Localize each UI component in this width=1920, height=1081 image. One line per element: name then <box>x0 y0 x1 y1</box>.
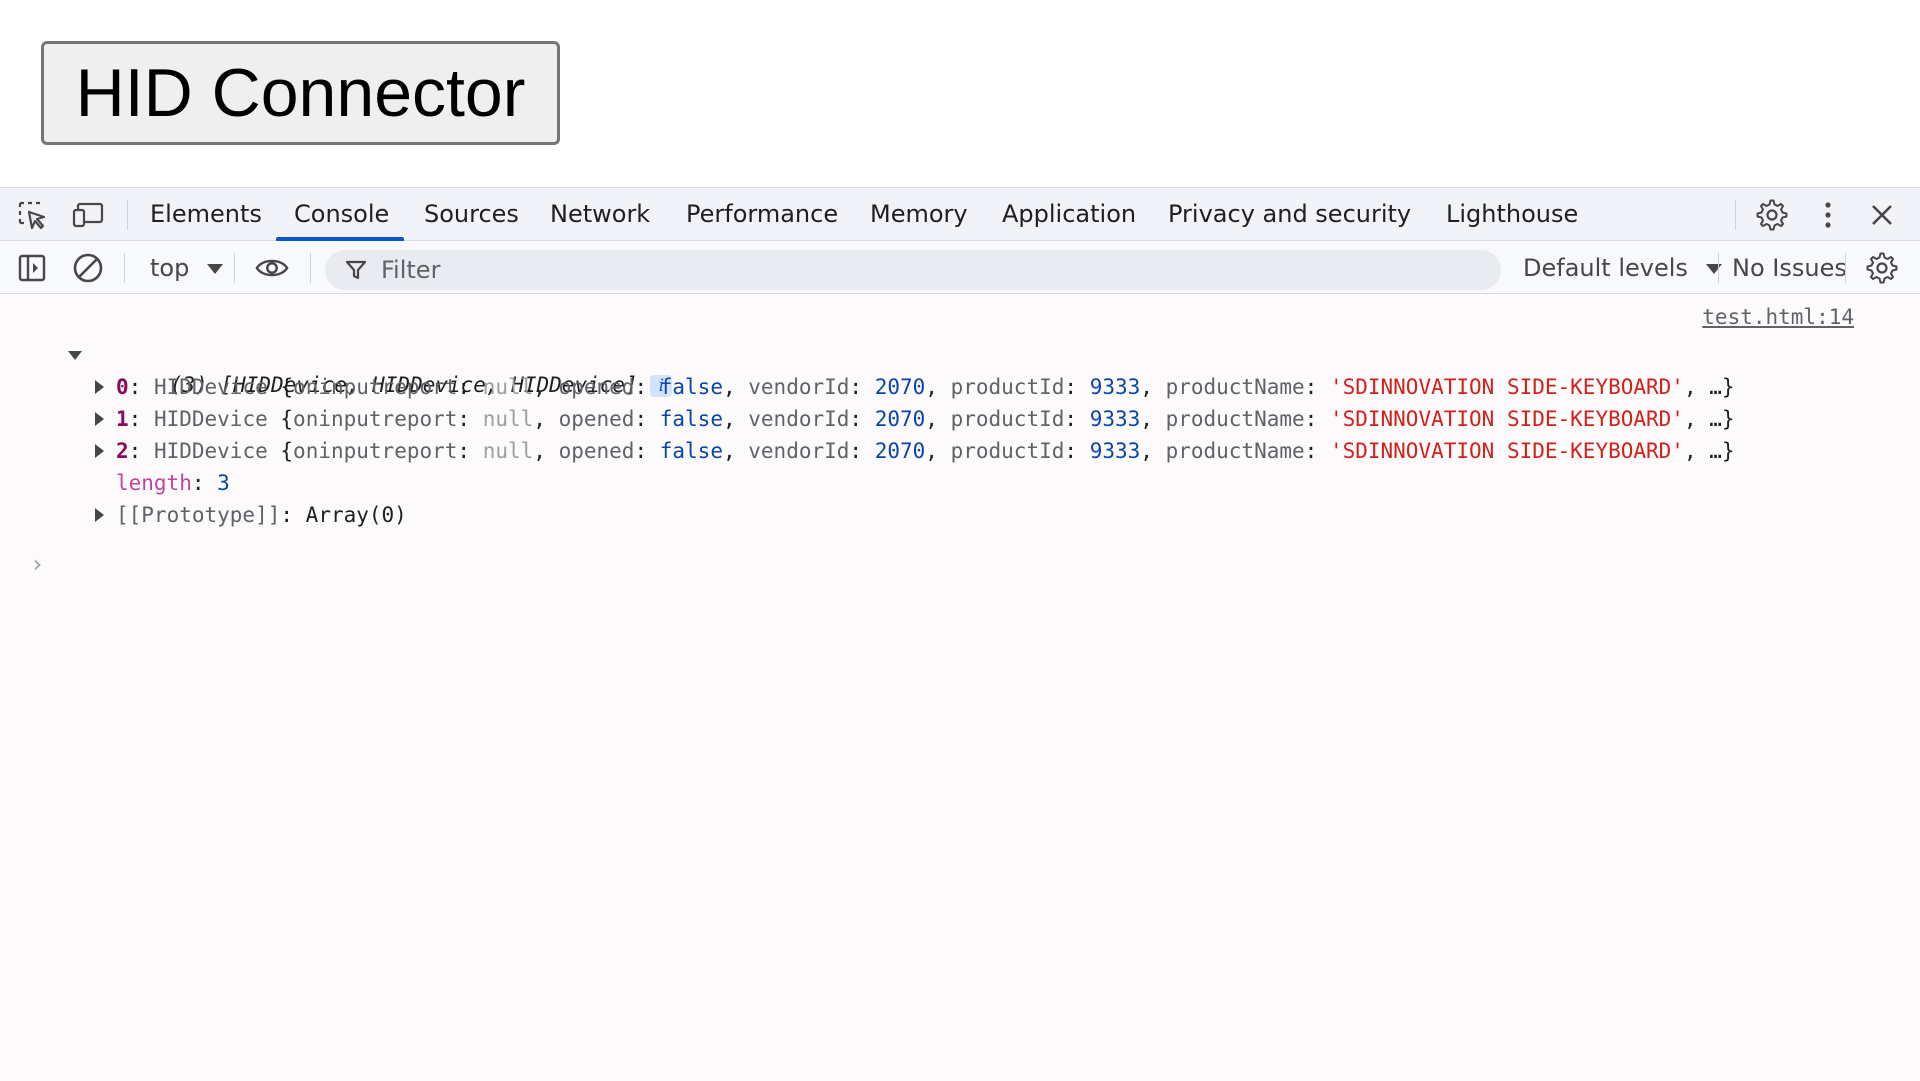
issues-counter[interactable]: No Issues <box>1732 242 1847 294</box>
console-prompt-icon[interactable]: › <box>30 550 44 578</box>
filter-funnel-icon <box>345 259 367 285</box>
devtools-tabbar: Elements Console Sources Network Perform… <box>0 188 1920 241</box>
collapse-triangle-icon[interactable] <box>66 340 84 370</box>
tab-network[interactable]: Network <box>550 188 650 241</box>
filter-input[interactable]: Filter <box>325 250 1501 290</box>
close-icon[interactable] <box>1865 198 1899 232</box>
eye-icon[interactable] <box>255 251 289 285</box>
tab-lighthouse[interactable]: Lighthouse <box>1446 188 1578 241</box>
array-item[interactable]: 1: HIDDevice {oninputreport: null, opene… <box>116 404 1735 434</box>
device-toolbar-icon[interactable] <box>71 198 105 232</box>
source-link[interactable]: test.html:14 <box>1702 305 1854 329</box>
context-selector[interactable]: top <box>150 242 223 294</box>
expand-triangle-icon[interactable] <box>90 404 108 434</box>
page-content: HID Connector <box>0 0 1920 187</box>
expand-triangle-icon[interactable] <box>90 436 108 466</box>
tab-application[interactable]: Application <box>1002 188 1136 241</box>
dropdown-caret-icon <box>206 264 223 274</box>
array-summary[interactable]: (3) [HIDDevice, HIDDevice, HIDDevice] i <box>94 340 673 397</box>
kebab-menu-icon[interactable] <box>1811 198 1845 232</box>
tab-sources[interactable]: Sources <box>424 188 519 241</box>
settings-gear-icon[interactable] <box>1755 198 1789 232</box>
hid-connector-button[interactable]: HID Connector <box>41 41 560 145</box>
array-prototype[interactable]: [[Prototype]]: Array(0) <box>116 500 407 530</box>
tab-elements[interactable]: Elements <box>150 188 262 241</box>
array-item[interactable]: 2: HIDDevice {oninputreport: null, opene… <box>116 436 1735 466</box>
active-tab-indicator <box>276 237 404 241</box>
tab-performance[interactable]: Performance <box>686 188 838 241</box>
log-levels-dropdown[interactable]: Default levels <box>1523 242 1722 294</box>
expand-triangle-icon[interactable] <box>90 500 108 530</box>
array-item[interactable]: 0: HIDDevice {oninputreport: null, opene… <box>116 372 1735 402</box>
array-length: length: 3 <box>116 471 230 495</box>
filter-placeholder: Filter <box>381 256 441 284</box>
expand-triangle-icon[interactable] <box>90 372 108 402</box>
clear-console-icon[interactable] <box>71 251 105 285</box>
dropdown-caret-icon <box>1705 264 1722 274</box>
tab-memory[interactable]: Memory <box>870 188 968 241</box>
console-output: test.html:14 (3) [HIDDevice, HIDDevice, … <box>0 295 1920 1081</box>
devtools-panel: Elements Console Sources Network Perform… <box>0 187 1920 1081</box>
log-levels-label: Default levels <box>1523 254 1688 282</box>
tab-console[interactable]: Console <box>294 188 389 241</box>
tab-privacy-and-security[interactable]: Privacy and security <box>1168 188 1411 241</box>
console-toolbar: top Filter Default levels No Issues <box>0 242 1920 294</box>
inspect-element-icon[interactable] <box>15 198 49 232</box>
context-label: top <box>150 254 190 282</box>
sidebar-toggle-icon[interactable] <box>15 251 49 285</box>
console-settings-gear-icon[interactable] <box>1865 251 1899 285</box>
